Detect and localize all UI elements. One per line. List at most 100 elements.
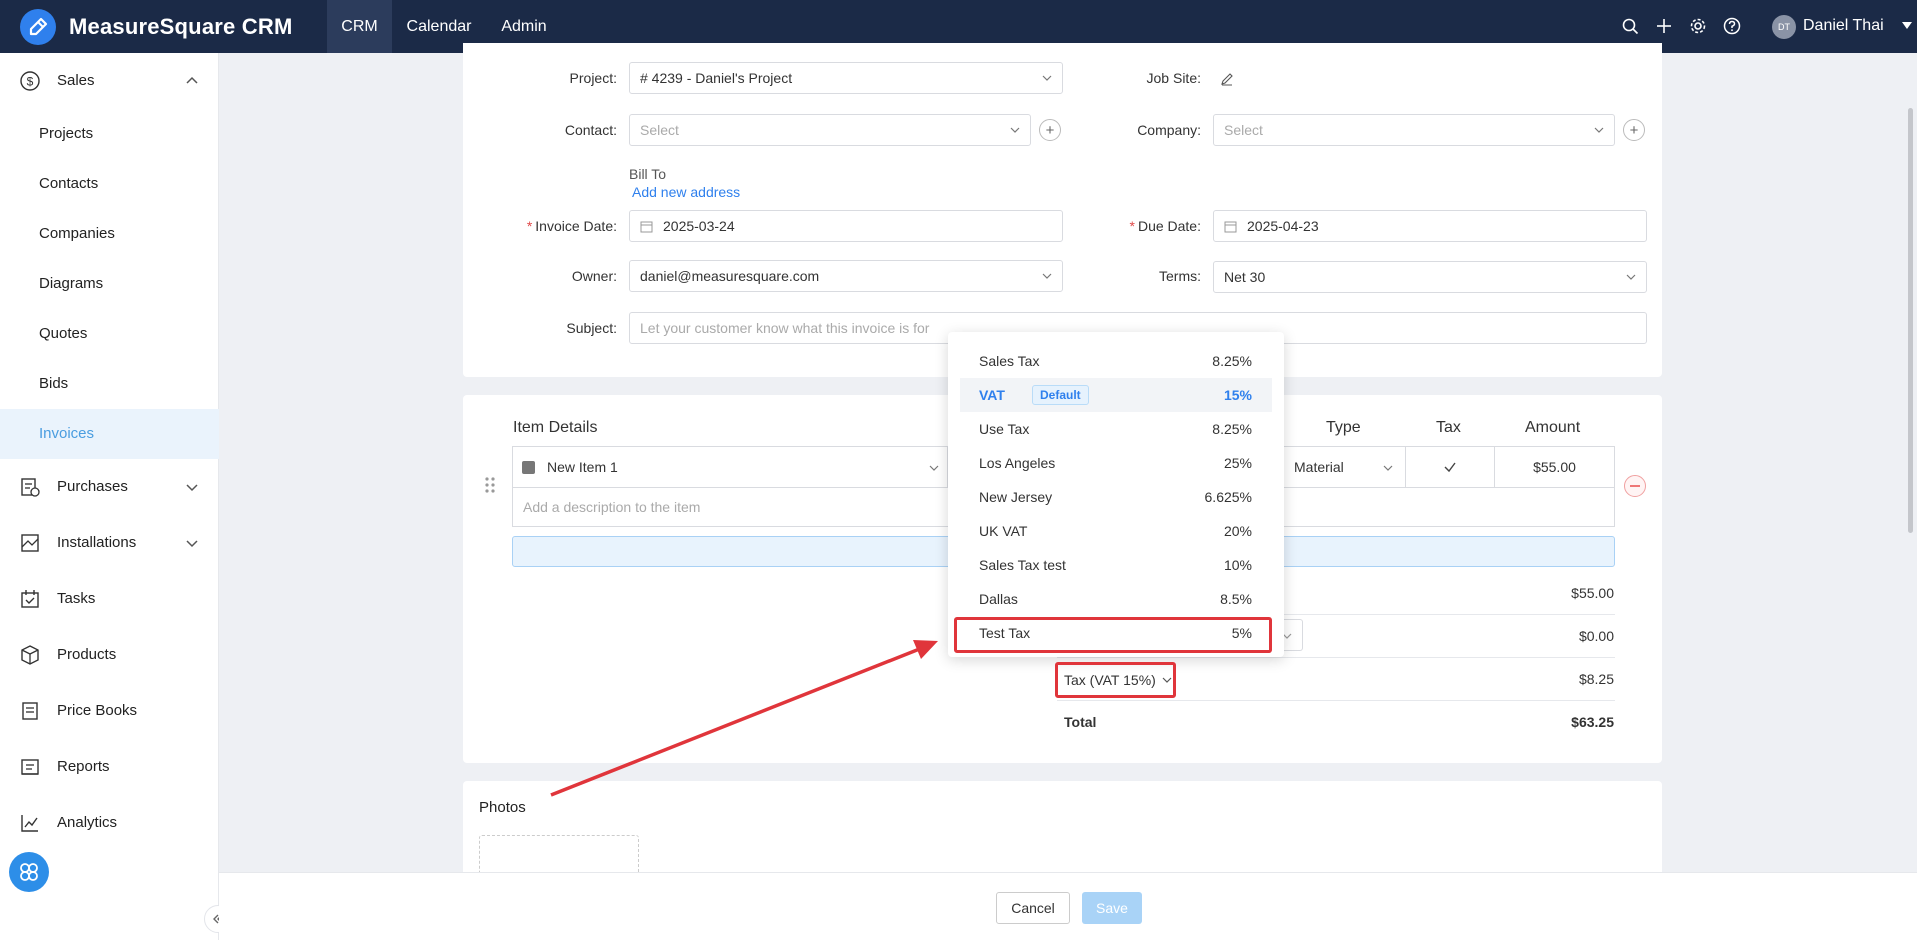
drag-handle-icon[interactable] [483,474,497,496]
sidebar-item-label: Diagrams [39,275,104,292]
tax-option-new-jersey[interactable]: New Jersey 6.625% [960,480,1272,514]
tax-option-sales-tax[interactable]: Sales Tax 8.25% [960,344,1272,378]
user-name[interactable]: Daniel Thai [1803,17,1884,35]
logo-icon[interactable] [20,9,56,45]
calendar-icon [1224,221,1237,232]
item-type-select[interactable]: Material [1284,446,1406,488]
sidebar-group-label: Sales [57,72,95,89]
sidebar-group-label: Products [57,646,117,663]
company-label: Company: [1137,122,1201,138]
sidebar-item-label: Quotes [39,325,88,342]
gear-icon[interactable] [1688,16,1708,36]
assistant-icon [20,863,38,881]
tax-option-test-tax[interactable]: Test Tax 5% [960,616,1272,650]
brand-name: MeasureSquare CRM [69,14,293,39]
owner-select[interactable]: daniel@measuresquare.com [629,260,1063,292]
bill-to-label: Bill To [629,166,667,182]
company-select[interactable]: Select [1213,114,1615,146]
user-menu-caret-icon[interactable] [1902,22,1912,29]
save-button[interactable]: Save [1082,892,1142,924]
tax-option-use-tax[interactable]: Use Tax 8.25% [960,412,1272,446]
project-select[interactable]: # 4239 - Daniel's Project [629,62,1063,94]
discount-value: $0.00 [1578,628,1614,644]
sidebar-group-sales[interactable]: $ Sales [0,56,219,106]
chevron-down-icon [1594,127,1604,133]
search-icon[interactable] [1620,16,1640,36]
tax-option-rate: 25% [1223,455,1252,471]
avatar[interactable]: DT [1772,15,1796,39]
item-tax-checkbox[interactable] [1405,446,1495,488]
job-site-label: Job Site: [1146,70,1201,86]
item-name-select[interactable]: New Item 1 [512,446,948,488]
sidebar-item-contacts[interactable]: Contacts [0,159,219,209]
sidebar-group-price-books[interactable]: Price Books [0,686,219,736]
assistant-button[interactable] [9,852,49,892]
sidebar-group-purchases[interactable]: Purchases [0,462,219,512]
tax-option-uk-vat[interactable]: UK VAT 20% [960,514,1272,548]
sidebar-group-reports[interactable]: Reports [0,742,219,792]
tax-option-name: Sales Tax test [979,557,1066,573]
due-date-field[interactable]: 2025-04-23 [1213,210,1647,242]
item-details-title: Item Details [513,419,598,436]
sidebar-item-diagrams[interactable]: Diagrams [0,259,219,309]
sidebar-group-tasks[interactable]: Tasks [0,574,219,624]
nav-crm[interactable]: CRM [327,0,392,53]
sidebar-item-bids[interactable]: Bids [0,359,219,409]
tax-option-vat[interactable]: VAT Default 15% [960,378,1272,412]
add-contact-button[interactable]: + [1039,119,1061,141]
tax-selector[interactable]: Tax (VAT 15%) [1060,665,1173,695]
sidebar-item-projects[interactable]: Projects [0,109,219,159]
tax-column-header: Tax [1436,419,1461,436]
tax-selector-label: Tax (VAT 15%) [1064,672,1156,688]
cancel-button[interactable]: Cancel [996,892,1070,924]
tax-option-rate: 8.5% [1220,591,1252,607]
add-company-button[interactable]: + [1623,119,1645,141]
sidebar-item-label: Bids [39,375,69,392]
item-type: Material [1294,459,1344,475]
calendar-check-icon [21,590,39,608]
terms-select[interactable]: Net 30 [1213,261,1647,293]
sidebar-group-products[interactable]: Products [0,630,219,680]
contact-select[interactable]: Select [629,114,1031,146]
item-name: New Item 1 [547,459,618,475]
tax-option-los-angeles[interactable]: Los Angeles 25% [960,446,1272,480]
sidebar-group-label: Purchases [57,478,128,495]
tax-option-name: Los Angeles [979,455,1056,471]
sidebar-item-quotes[interactable]: Quotes [0,309,219,359]
svg-text:$: $ [27,75,34,89]
amount-column-header: Amount [1525,419,1581,436]
sidebar-item-invoices[interactable]: Invoices [0,409,219,459]
chevron-down-icon [1162,677,1172,683]
chevron-down-icon [1626,274,1636,280]
due-date-value: 2025-04-23 [1247,218,1319,234]
minus-icon [1630,485,1640,487]
invoice-date-field[interactable]: 2025-03-24 [629,210,1063,242]
divider [1057,657,1615,658]
edit-job-site-icon[interactable] [1220,72,1234,86]
page-scrollbar[interactable] [1908,108,1913,533]
tax-option-name: Use Tax [979,421,1030,437]
add-icon[interactable] [1654,16,1674,36]
tax-option-name: Sales Tax [979,353,1040,369]
tax-option-dallas[interactable]: Dallas 8.5% [960,582,1272,616]
owner-label: Owner: [571,268,617,284]
sidebar-group-installations[interactable]: Installations [0,518,219,568]
type-column-header: Type [1326,419,1361,436]
tax-option-rate: 8.25% [1212,421,1252,437]
company-placeholder: Select [1224,122,1263,138]
sidebar-group-label: Installations [57,534,137,551]
total-value: $63.25 [1571,714,1614,730]
add-new-address-link[interactable]: Add new address [632,184,740,200]
sidebar-item-companies[interactable]: Companies [0,209,219,259]
remove-item-button[interactable] [1624,475,1646,497]
subtotal-value: $55.00 [1571,585,1614,601]
tax-option-rate: 6.625% [1204,489,1252,505]
project-label: Project: [569,70,617,86]
tax-option-rate: 8.25% [1212,353,1252,369]
help-icon[interactable] [1722,16,1742,36]
sidebar-group-analytics[interactable]: Analytics [0,798,219,848]
sidebar-group-label: Reports [57,758,110,775]
tax-option-sales-tax-test[interactable]: Sales Tax test 10% [960,548,1272,582]
tax-option-rate: 15% [1223,387,1252,403]
tax-option-name: VAT [979,387,1005,403]
